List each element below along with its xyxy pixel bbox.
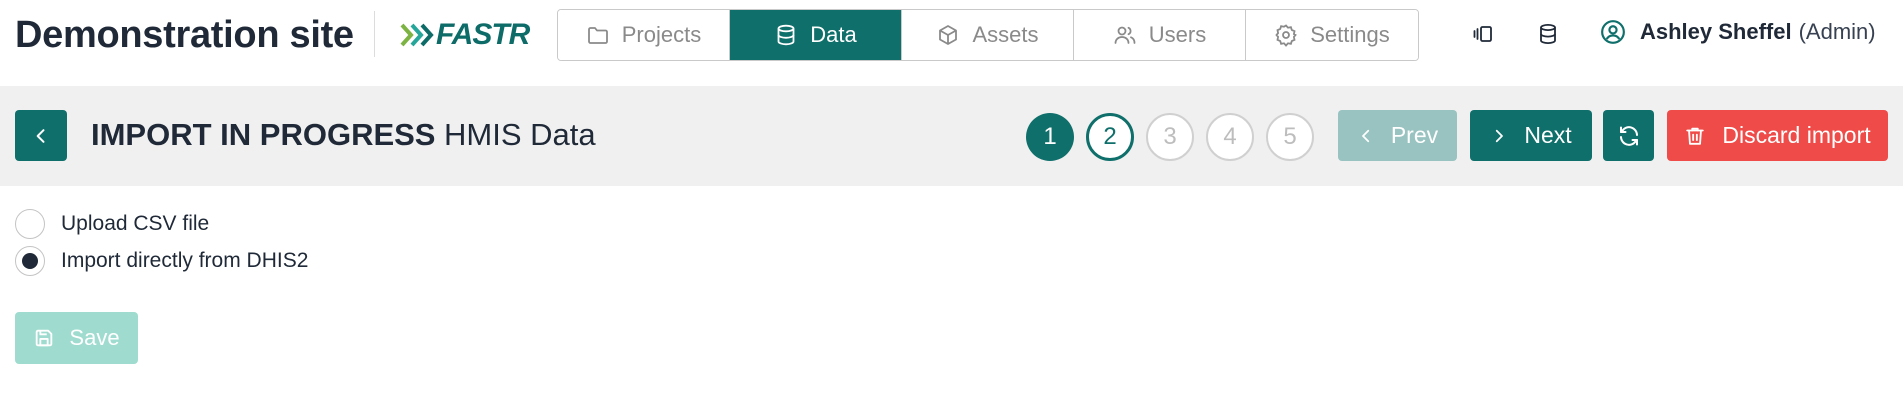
database-icon[interactable]: [1536, 22, 1560, 46]
tab-label: Users: [1148, 22, 1207, 47]
step-4: 4: [1206, 113, 1254, 161]
site-title: Demonstration site: [15, 14, 354, 56]
layout-toggle-icon[interactable]: [1472, 22, 1496, 46]
main-nav-tabs: Projects Data Assets Users Settings: [557, 9, 1419, 61]
user-role: (Admin): [1798, 19, 1876, 44]
step-5: 5: [1266, 113, 1314, 161]
back-button[interactable]: [15, 110, 67, 161]
chevron-left-icon: [36, 128, 45, 143]
option-import-dhis2[interactable]: Import directly from DHIS2: [15, 246, 308, 276]
save-label: Save: [69, 325, 120, 350]
tab-projects[interactable]: Projects: [558, 10, 730, 60]
discard-import-button[interactable]: Discard import: [1667, 110, 1888, 161]
save-button[interactable]: Save: [15, 312, 138, 364]
option-label: Upload CSV file: [61, 212, 210, 235]
import-dataset-name: HMIS Data: [444, 117, 596, 152]
tab-label: Settings: [1310, 22, 1390, 47]
tab-label: Projects: [621, 22, 702, 47]
trash-icon: [1686, 127, 1705, 145]
prev-button[interactable]: Prev: [1338, 110, 1457, 161]
save-icon: [36, 329, 53, 347]
import-status-title: IMPORT IN PROGRESS: [91, 117, 436, 152]
next-button[interactable]: Next: [1470, 110, 1592, 161]
user-name: Ashley Sheffel: [1640, 19, 1792, 44]
discard-label: Discard import: [1722, 122, 1871, 148]
user-menu[interactable]: Ashley Sheffel (Admin): [1600, 19, 1876, 45]
gear-icon: [1275, 24, 1298, 47]
prev-label: Prev: [1390, 122, 1439, 148]
refresh-icon: [1619, 125, 1638, 146]
option-upload-csv[interactable]: Upload CSV file: [15, 209, 209, 239]
radio-selected-dot: [22, 253, 38, 269]
folder-icon: [587, 27, 608, 44]
chevron-left-icon: [1361, 129, 1369, 142]
chevron-right-icon: [1496, 129, 1504, 142]
tab-users[interactable]: Users: [1074, 10, 1246, 60]
tab-data[interactable]: Data: [730, 10, 902, 60]
tab-assets[interactable]: Assets: [902, 10, 1074, 60]
fastr-logo: FASTR: [400, 18, 530, 52]
header-divider: [374, 11, 375, 57]
users-icon: [1114, 26, 1136, 44]
next-label: Next: [1524, 122, 1572, 148]
database-icon: [777, 24, 795, 46]
box-icon: [939, 25, 958, 45]
step-3: 3: [1146, 113, 1194, 161]
option-label: Import directly from DHIS2: [61, 249, 309, 272]
logo-chevrons-icon: [400, 23, 434, 47]
top-bar: Demonstration site FASTR Projects Data A…: [0, 0, 1903, 86]
tab-settings[interactable]: Settings: [1246, 10, 1418, 60]
radio-import-dhis2[interactable]: [15, 246, 45, 276]
user-avatar-icon: [1601, 20, 1625, 44]
step-1[interactable]: 1: [1026, 113, 1074, 161]
step-2[interactable]: 2: [1086, 113, 1134, 161]
tab-label: Data: [810, 22, 857, 47]
refresh-button[interactable]: [1603, 110, 1654, 161]
logo-text: FASTR: [436, 18, 530, 51]
radio-upload-csv[interactable]: [15, 209, 45, 239]
tab-label: Assets: [972, 22, 1039, 47]
